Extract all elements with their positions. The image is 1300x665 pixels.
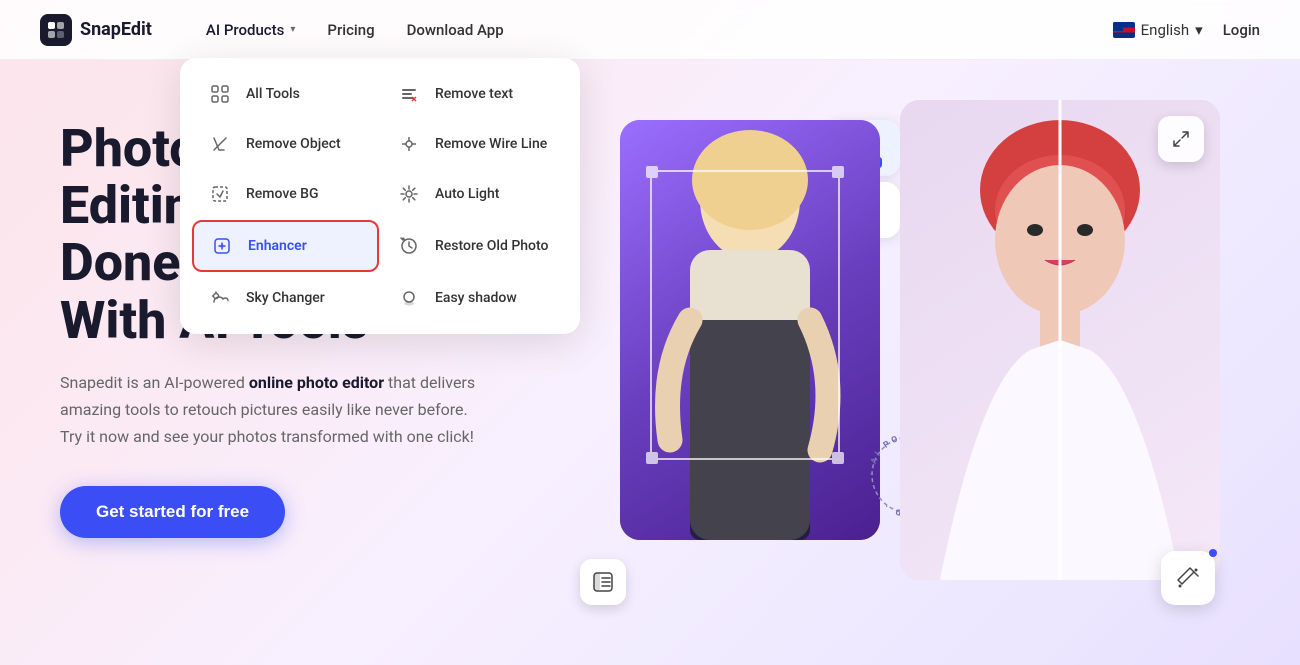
ai-products-label: AI Products [206, 21, 284, 39]
nav-items: AI Products ▾ Pricing Download App [192, 13, 1113, 47]
language-selector[interactable]: English ▾ [1113, 21, 1203, 39]
remove-text-icon [395, 80, 423, 108]
restore-old-photo-label: Restore Old Photo [435, 238, 548, 254]
expand-button[interactable] [1158, 116, 1204, 162]
brand-name: SnapEdit [80, 19, 152, 40]
dropdown-item-all-tools[interactable]: All Tools [192, 70, 379, 118]
cta-label: Get started for free [96, 502, 249, 522]
dropdown-item-sky-changer[interactable]: Sky Changer [192, 274, 379, 322]
login-label: Login [1223, 21, 1260, 39]
easy-shadow-label: Easy shadow [435, 290, 517, 306]
sidebar-toggle-button[interactable] [580, 559, 626, 605]
easy-shadow-icon [395, 284, 423, 312]
remove-object-icon [206, 130, 234, 158]
dropdown-item-easy-shadow[interactable]: Easy shadow [381, 274, 568, 322]
remove-bg-icon [206, 180, 234, 208]
auto-light-label: Auto Light [435, 186, 499, 202]
enhancer-label: Enhancer [248, 238, 307, 254]
chevron-down-icon: ▾ [290, 24, 295, 35]
dropdown-item-remove-object[interactable]: Remove Object [192, 120, 379, 168]
nav-download-app[interactable]: Download App [393, 13, 518, 47]
remove-bg-label: Remove BG [246, 186, 319, 202]
remove-wire-line-label: Remove Wire Line [435, 136, 547, 152]
all-tools-icon [206, 80, 234, 108]
uk-flag-icon [1113, 22, 1135, 38]
login-button[interactable]: Login [1223, 21, 1260, 39]
corner-bl [646, 452, 658, 464]
ai-products-dropdown: All Tools Remove text Remove Object [180, 58, 580, 334]
corner-br [832, 452, 844, 464]
dropdown-item-enhancer[interactable]: Enhancer [192, 220, 379, 272]
logo-icon [40, 14, 72, 46]
sky-changer-icon [206, 284, 234, 312]
before-image [620, 120, 880, 540]
all-tools-label: All Tools [246, 86, 300, 102]
logo[interactable]: SnapEdit [40, 14, 152, 46]
dropdown-item-remove-text[interactable]: Remove text [381, 70, 568, 118]
magic-wand-button[interactable] [1161, 551, 1215, 605]
remove-object-label: Remove Object [246, 136, 341, 152]
corner-tl [646, 166, 658, 178]
corner-tr [832, 166, 844, 178]
nav-right: English ▾ Login [1113, 21, 1260, 39]
auto-light-icon [395, 180, 423, 208]
pricing-label: Pricing [327, 21, 374, 39]
sky-changer-label: Sky Changer [246, 290, 325, 306]
dropdown-item-remove-bg[interactable]: Remove BG [192, 170, 379, 218]
selection-box [650, 170, 840, 460]
hero-description: Snapedit is an AI-powered online photo e… [60, 369, 480, 451]
restore-old-photo-icon [395, 232, 423, 260]
remove-text-label: Remove text [435, 86, 513, 102]
get-started-button[interactable]: Get started for free [60, 486, 285, 538]
dropdown-item-restore-old-photo[interactable]: Restore Old Photo [381, 220, 568, 272]
after-image [900, 100, 1220, 580]
nav-pricing[interactable]: Pricing [313, 13, 388, 47]
nav-ai-products[interactable]: AI Products ▾ [192, 13, 310, 47]
download-app-label: Download App [407, 21, 504, 39]
navbar: SnapEdit AI Products ▾ Pricing Download … [0, 0, 1300, 60]
enhancer-icon [208, 232, 236, 260]
remove-wire-line-icon [395, 130, 423, 158]
hero-images: Auto AI Manual [560, 100, 1240, 665]
dropdown-item-auto-light[interactable]: Auto Light [381, 170, 568, 218]
dropdown-item-remove-wire-line[interactable]: Remove Wire Line [381, 120, 568, 168]
language-label: English [1141, 21, 1190, 39]
chevron-down-icon: ▾ [1195, 21, 1203, 39]
